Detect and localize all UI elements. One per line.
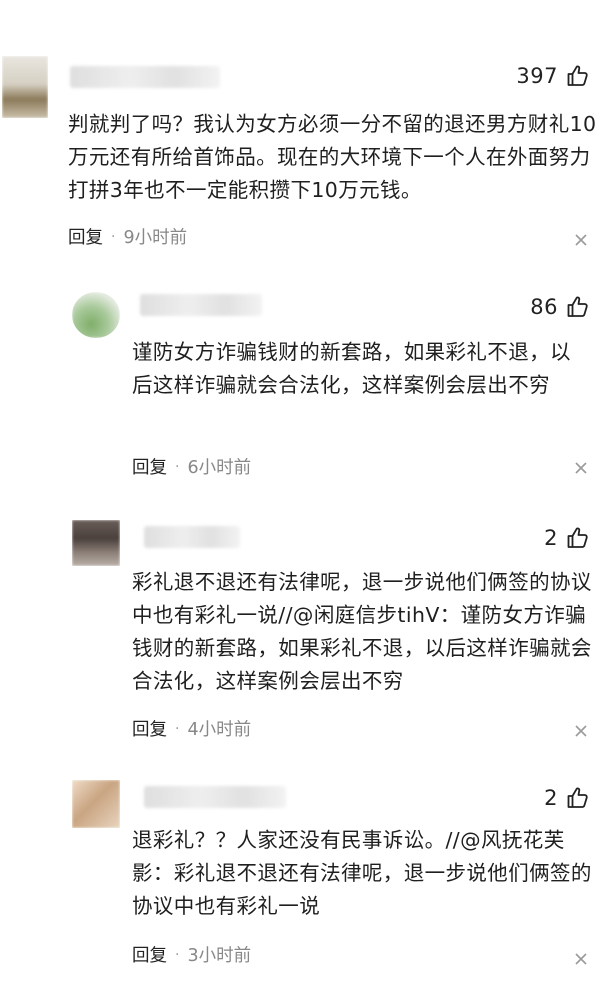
comment-text: 判就判了吗？我认为女方必须一分不留的退还男方财礼10万元还有所给首饰品。现在的大… — [68, 112, 597, 202]
comment-meta: 回复 · 3小时前 — [132, 942, 251, 967]
avatar[interactable] — [72, 292, 120, 338]
timestamp: 9小时前 — [123, 228, 188, 248]
separator-dot: · — [111, 228, 116, 245]
thumbs-up-icon — [567, 787, 588, 808]
reply-button[interactable]: 回复 — [132, 716, 167, 741]
timestamp: 6小时前 — [187, 458, 252, 478]
thumbs-up-icon — [567, 65, 588, 86]
like-count: 2 — [544, 526, 558, 550]
thumbs-up-icon — [567, 296, 588, 317]
reply-button[interactable]: 回复 — [132, 942, 167, 967]
like-count: 86 — [530, 295, 558, 319]
username[interactable] — [140, 294, 262, 316]
like-button[interactable]: 2 — [544, 786, 590, 810]
comment-1: 397 判就判了吗？我认为女方必须一分不留的退还男方财礼10万元还有所给首饰品。… — [0, 0, 616, 260]
reply-button[interactable]: 回复 — [68, 224, 103, 249]
username[interactable] — [144, 526, 240, 548]
like-button[interactable]: 2 — [544, 526, 590, 550]
username[interactable] — [70, 66, 220, 88]
close-icon[interactable] — [574, 952, 588, 966]
separator-dot: · — [175, 458, 180, 475]
comment-text: 退彩礼？？人家还没有民事诉讼。//@风抚花芙影：彩礼退不退还有法律呢，退一步说他… — [132, 828, 592, 918]
separator-dot: · — [175, 720, 180, 737]
like-count: 397 — [516, 64, 558, 88]
separator-dot: · — [175, 946, 180, 963]
timestamp: 3小时前 — [187, 946, 252, 966]
close-icon[interactable] — [574, 233, 588, 247]
like-button[interactable]: 397 — [516, 64, 590, 88]
timestamp: 4小时前 — [187, 720, 252, 740]
username[interactable] — [144, 786, 286, 808]
thumbs-up-icon — [567, 527, 588, 548]
close-icon[interactable] — [574, 724, 588, 738]
like-button[interactable]: 86 — [530, 295, 590, 319]
avatar[interactable] — [72, 520, 120, 566]
comment-text: 彩礼退不退还有法律呢，退一步说他们俩签的协议中也有彩礼一说//@闲庭信步tihV… — [132, 570, 592, 693]
reply-button[interactable]: 回复 — [132, 454, 167, 479]
comment-meta: 回复 · 9小时前 — [68, 224, 187, 249]
comment-text: 谨防女方诈骗钱财的新套路，如果彩礼不退，以后这样诈骗就会合法化，这样案例会层出不… — [132, 340, 571, 397]
avatar[interactable] — [72, 780, 120, 828]
comment-meta: 回复 · 4小时前 — [132, 716, 251, 741]
comment-meta: 回复 · 6小时前 — [132, 454, 251, 479]
close-icon[interactable] — [574, 461, 588, 475]
avatar[interactable] — [2, 56, 48, 118]
like-count: 2 — [544, 786, 558, 810]
